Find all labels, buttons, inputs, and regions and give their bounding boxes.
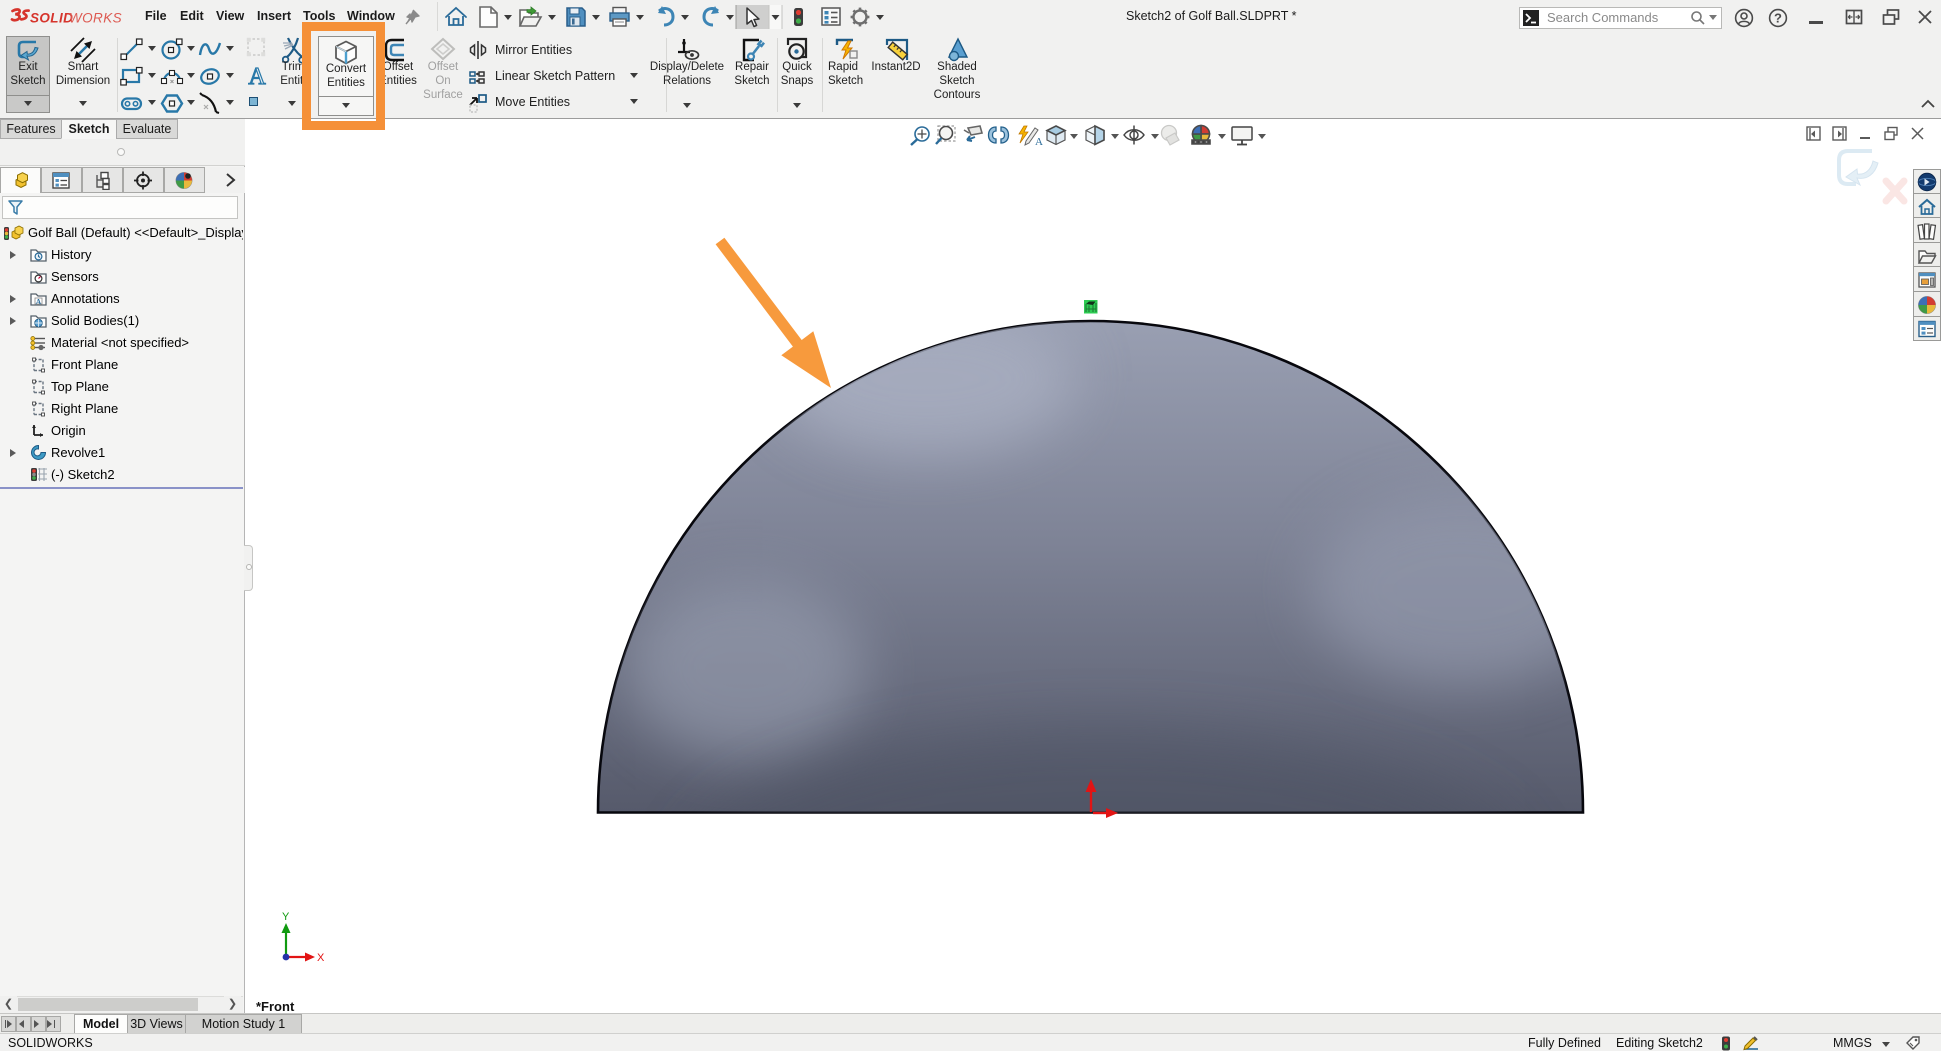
svg-text:A: A: [248, 64, 266, 88]
svg-text:SOLID: SOLID: [30, 11, 73, 26]
svg-text:Y: Y: [282, 911, 290, 923]
svg-text:X: X: [317, 952, 325, 964]
svg-text:A: A: [1035, 136, 1043, 148]
svg-text:?: ?: [1774, 11, 1782, 26]
svg-text:A: A: [36, 297, 42, 306]
svg-text:WORKS: WORKS: [69, 11, 122, 26]
